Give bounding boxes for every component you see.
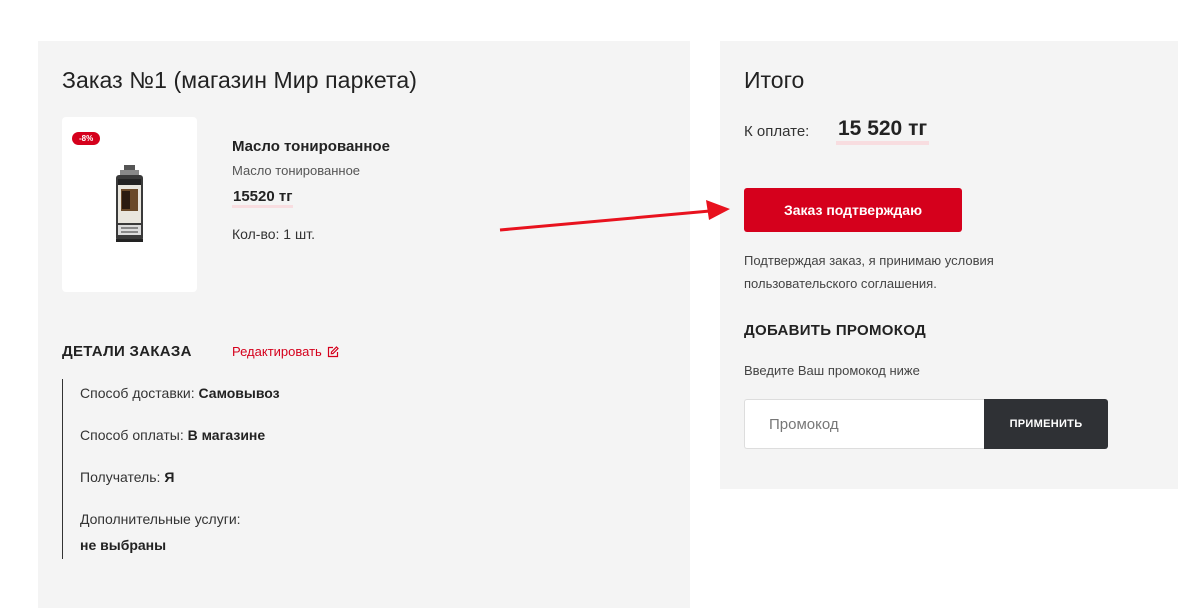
pay-total: 15 520 тг: [836, 117, 930, 145]
detail-delivery: Способ доставки: Самовывоз: [80, 385, 280, 401]
detail-recipient: Получатель: Я: [80, 469, 175, 485]
promo-code-input[interactable]: [744, 399, 984, 449]
edit-icon: [327, 345, 339, 357]
apply-promo-button[interactable]: ПРИМЕНИТЬ: [984, 399, 1108, 449]
product-quantity: Кол-во: 1 шт.: [232, 226, 315, 242]
confirm-order-button[interactable]: Заказ подтверждаю: [744, 188, 962, 232]
product-price: 15520 тг: [232, 188, 294, 208]
promo-title: ДОБАВИТЬ ПРОМОКОД: [744, 322, 926, 339]
pay-label: К оплате:: [744, 123, 810, 140]
product-name[interactable]: Масло тонированное: [232, 138, 390, 155]
summary-title: Итого: [744, 67, 805, 93]
detail-extra-services-value: не выбраны: [80, 537, 167, 553]
detail-extra-services-label: Дополнительные услуги:: [80, 511, 241, 527]
order-title: Заказ №1 (магазин Мир паркета): [62, 67, 418, 93]
summary-panel: Итого К оплате: 15 520 тг Заказ подтверж…: [720, 41, 1178, 489]
order-details-title: ДЕТАЛИ ЗАКАЗА: [62, 343, 192, 360]
product-subtitle: Масло тонированное: [232, 163, 361, 178]
edit-link-label: Редактировать: [232, 344, 322, 359]
edit-order-link[interactable]: Редактировать: [232, 344, 339, 359]
order-panel: Заказ №1 (магазин Мир паркета) -8% Масло…: [38, 41, 690, 608]
order-details-list: Способ доставки: Самовывоз Способ оплаты…: [62, 379, 363, 559]
discount-badge: -8%: [72, 132, 101, 145]
detail-payment: Способ оплаты: В магазине: [80, 427, 266, 443]
terms-text: Подтверждая заказ, я принимаю условия по…: [744, 253, 994, 291]
product-image: [116, 165, 143, 242]
arrow-annotation: [499, 200, 730, 232]
product-card[interactable]: -8%: [62, 117, 197, 292]
promo-hint: Введите Ваш промокод ниже: [744, 363, 920, 378]
